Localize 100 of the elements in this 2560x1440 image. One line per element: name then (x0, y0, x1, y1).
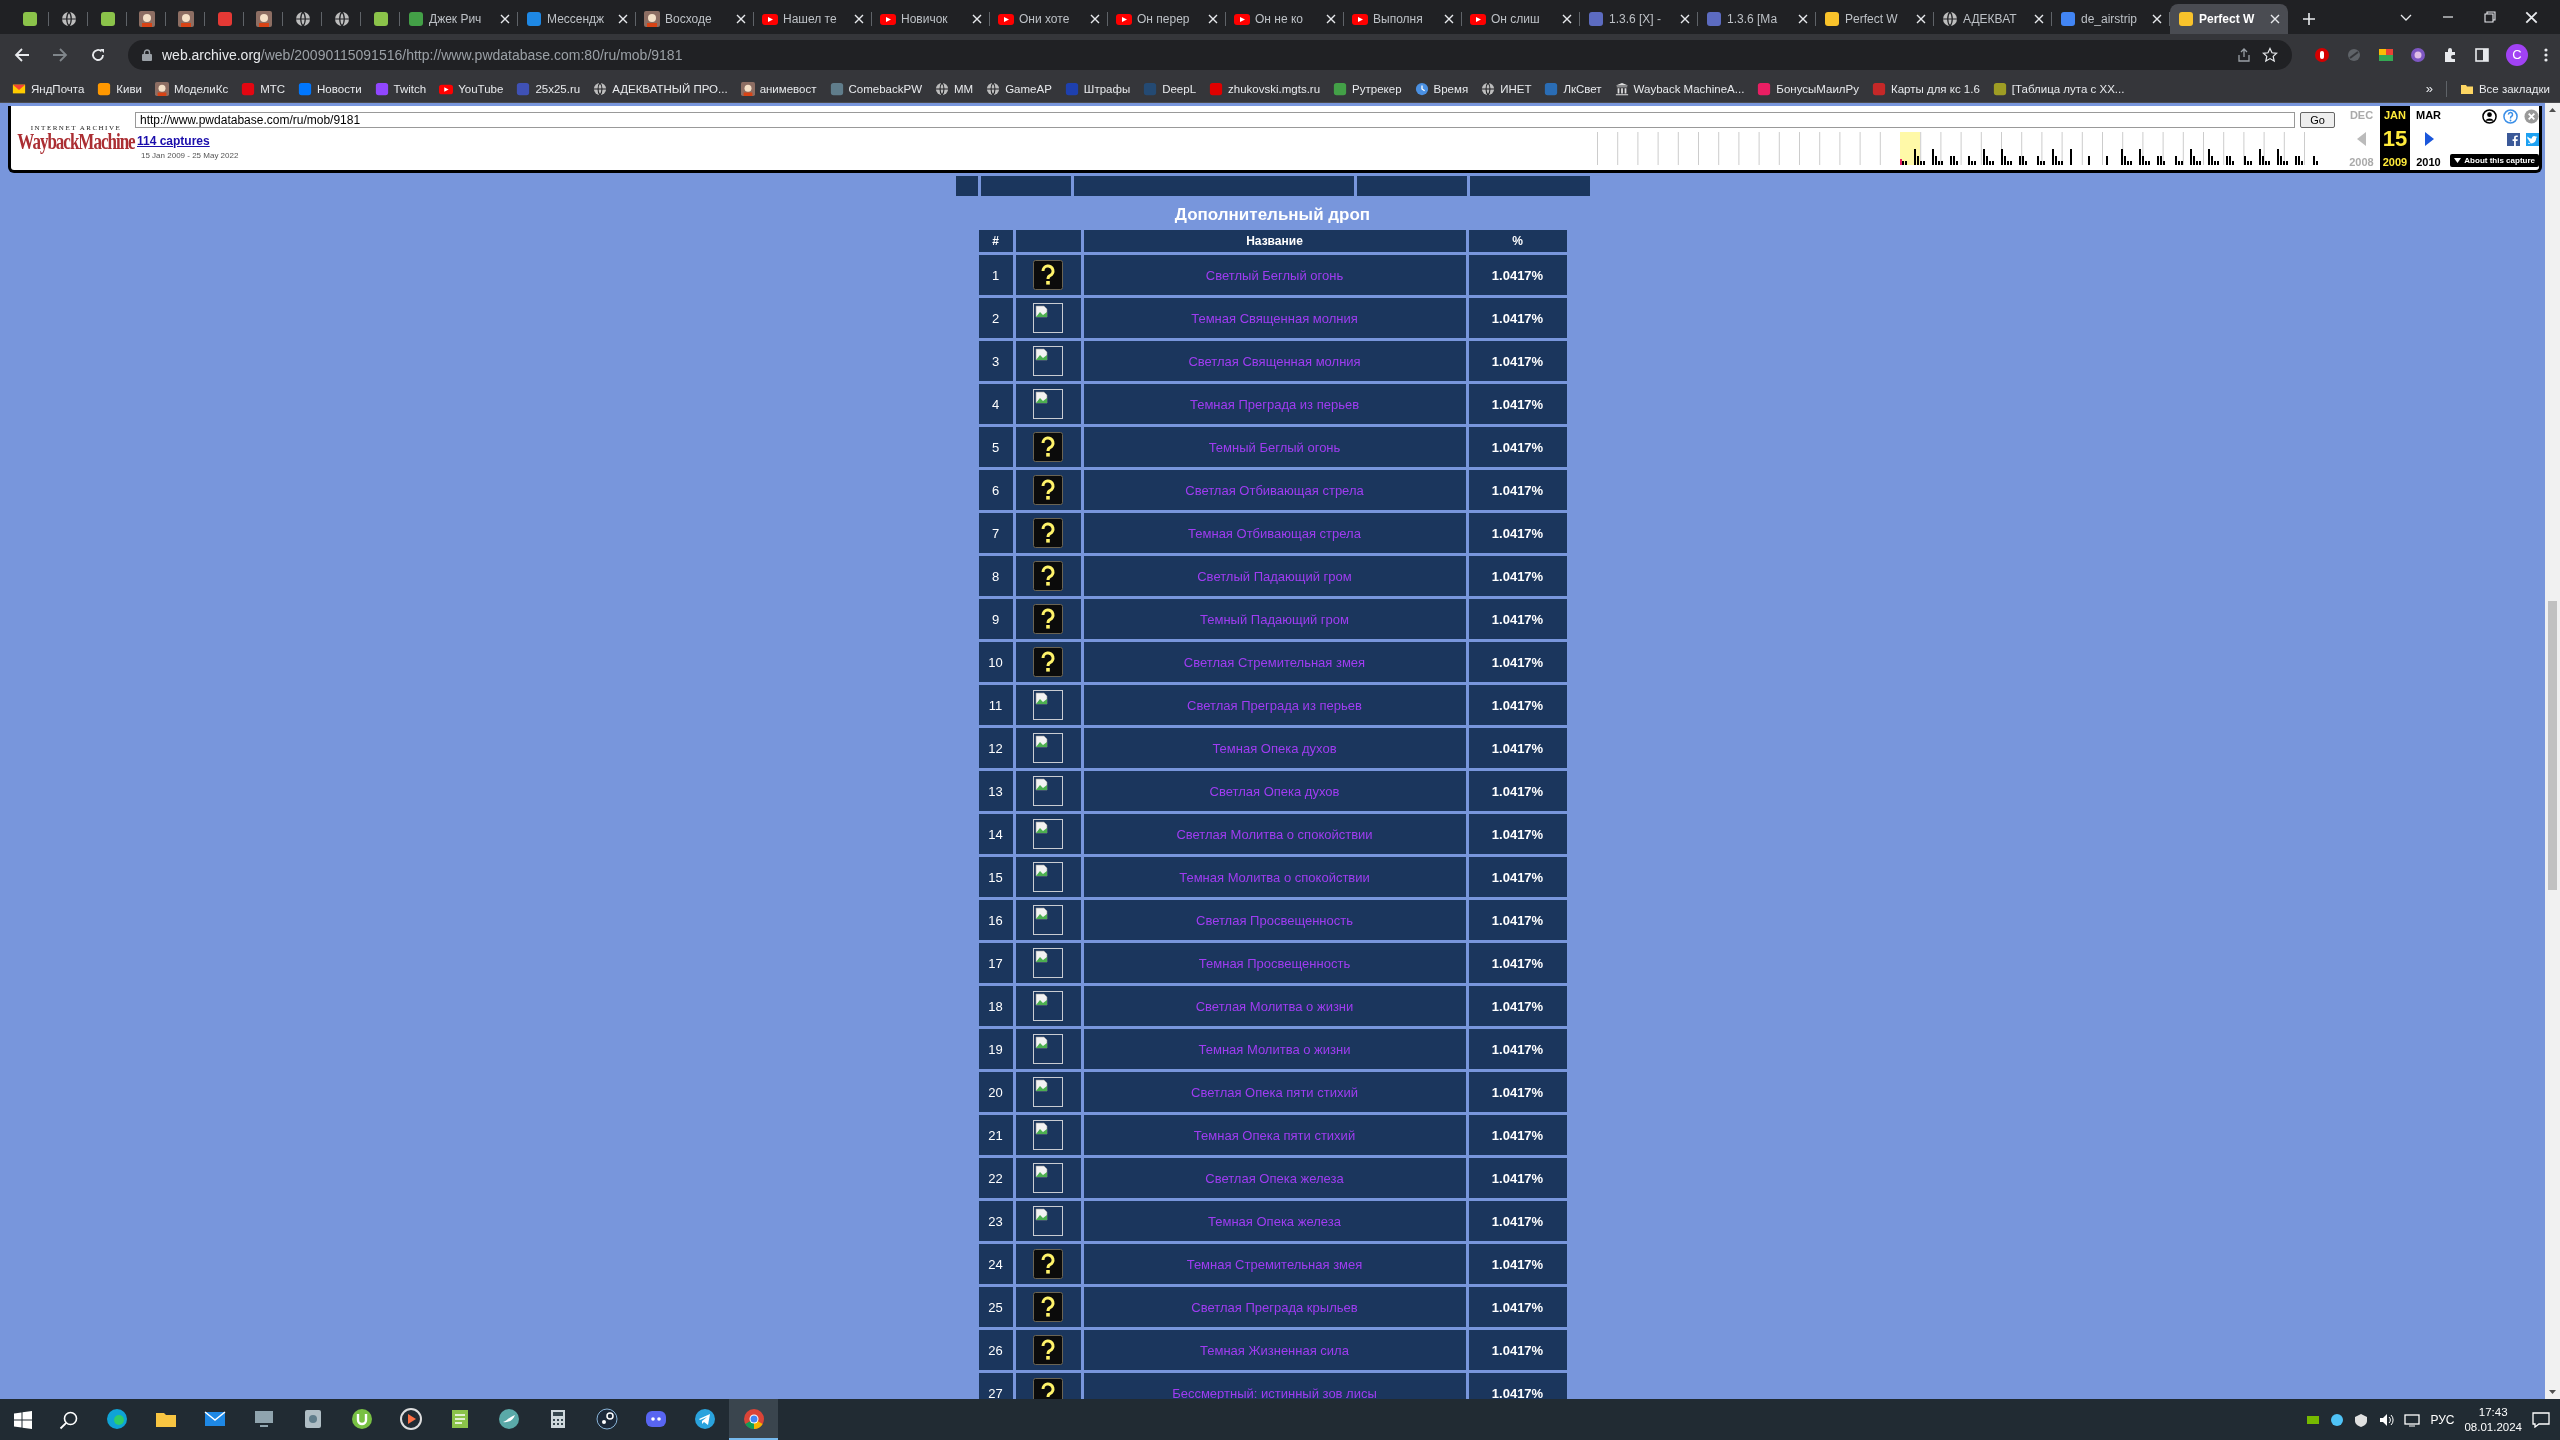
close-icon[interactable] (2525, 10, 2538, 24)
browser-tab[interactable]: Он не ко (1226, 4, 1344, 34)
go-button[interactable]: Go (2300, 112, 2335, 128)
scrollbar-thumb[interactable] (2548, 601, 2557, 890)
extension-icon[interactable] (2378, 46, 2394, 63)
star-icon[interactable] (2262, 46, 2278, 63)
bookmark[interactable]: МоделиКс (154, 81, 229, 96)
bookmark[interactable]: анимевост (740, 81, 817, 96)
browser-tab[interactable]: Perfect W (2170, 4, 2288, 34)
close-icon[interactable] (500, 14, 510, 24)
year-label[interactable]: 2010 (2416, 156, 2441, 168)
shield-icon[interactable] (2354, 1412, 2369, 1427)
close-icon[interactable] (2152, 14, 2162, 24)
close-icon[interactable] (972, 14, 982, 24)
bookmark[interactable]: Рутрекер (1333, 81, 1402, 96)
bookmark[interactable]: Время (1414, 81, 1469, 96)
new-tab-icon[interactable] (2302, 12, 2316, 26)
more-bookmarks-button[interactable]: » (2425, 81, 2433, 96)
browser-tab[interactable]: Он слиш (1462, 4, 1580, 34)
language-indicator[interactable]: РУС (2430, 1412, 2455, 1427)
browser-tab[interactable]: Джек Рич (400, 4, 518, 34)
browser-icon[interactable] (105, 1407, 128, 1430)
bookmark[interactable]: [Таблица лута с XX... (1992, 81, 2125, 96)
browser-tab[interactable]: Они хоте (990, 4, 1108, 34)
close-icon[interactable] (1916, 14, 1926, 24)
clock[interactable]: 17:43 08.01.2024 (2464, 1404, 2522, 1435)
tray-app-icon[interactable] (2330, 1412, 2345, 1427)
bookmark[interactable]: МТС (241, 81, 286, 96)
bookmark[interactable]: GameAP (986, 81, 1052, 96)
puzzle-icon[interactable] (2442, 46, 2458, 63)
browser-tab[interactable]: АДЕКВАТ (1934, 4, 2052, 34)
bookmark[interactable]: ИНЕТ (1481, 81, 1532, 96)
close-icon[interactable] (1208, 14, 1218, 24)
volume-icon[interactable] (2378, 1412, 2395, 1427)
bookmark[interactable]: MM (935, 81, 974, 96)
bookmark[interactable]: Киви (97, 81, 142, 96)
extension-icon[interactable] (2314, 46, 2330, 63)
bookmark[interactable]: DeepL (1143, 81, 1197, 96)
browser-tab[interactable]: de_airstrip (2052, 4, 2170, 34)
browser-tab[interactable]: Он перер (1108, 4, 1226, 34)
user-icon[interactable] (2482, 109, 2497, 124)
notifications-icon[interactable] (2532, 1411, 2550, 1428)
help-icon[interactable] (2503, 109, 2518, 124)
forward-icon[interactable] (52, 46, 68, 63)
bookmark[interactable]: Wayback MachineA... (1614, 81, 1745, 96)
close-icon[interactable] (1090, 14, 1100, 24)
browser-tab[interactable]: Выполня (1344, 4, 1462, 34)
browser-tab[interactable]: Нашел те (754, 4, 872, 34)
reload-icon[interactable] (90, 46, 106, 63)
url-field[interactable]: http://www.pwdatabase.com/ru/mob/9181 (135, 112, 2296, 128)
bookmark[interactable]: ЯндПочта (12, 81, 85, 96)
browser-tab[interactable]: 1.3.6 [X] - (1580, 4, 1698, 34)
close-icon[interactable] (1326, 14, 1336, 24)
about-capture-button[interactable]: About this capture (2450, 154, 2539, 167)
restore-icon[interactable] (2483, 10, 2497, 24)
bookmark[interactable]: БонусыМаилРу (1757, 81, 1859, 96)
close-icon[interactable] (618, 14, 628, 24)
bird-icon[interactable] (497, 1407, 520, 1430)
close-icon[interactable] (1798, 14, 1808, 24)
browser-tab[interactable]: Perfect W (1816, 4, 1934, 34)
bookmark[interactable]: zhukovski.mgts.ru (1209, 81, 1321, 96)
next-arrow-icon[interactable] (2423, 131, 2434, 146)
extension-icon[interactable] (2410, 46, 2426, 63)
browser-tab[interactable]: Мессендж (518, 4, 636, 34)
share-icon[interactable] (2236, 46, 2252, 63)
game-icon[interactable] (595, 1407, 618, 1430)
profile-button[interactable]: C (2506, 43, 2528, 66)
browser-tab[interactable]: Новичок (872, 4, 990, 34)
close-icon[interactable] (1562, 14, 1572, 24)
bookmark[interactable]: ЛкСвет (1544, 81, 1602, 96)
bookmark[interactable]: Карты для кс 1.6 (1871, 81, 1980, 96)
bookmark[interactable]: Штрафы (1064, 81, 1131, 96)
network-icon[interactable] (2404, 1412, 2421, 1427)
bookmark[interactable]: Новости (298, 81, 362, 96)
search-icon[interactable] (59, 1409, 79, 1430)
side-panel-icon[interactable] (2474, 46, 2490, 63)
bookmark[interactable]: 25x25.ru (516, 81, 581, 96)
back-icon[interactable] (14, 46, 30, 63)
bookmark[interactable]: YouTube (439, 81, 504, 96)
all-bookmarks-button[interactable]: Все закладки (2459, 81, 2550, 96)
bookmark[interactable]: АДЕКВАТНЫЙ ПРО... (593, 81, 728, 96)
start-icon[interactable] (14, 1410, 32, 1429)
close-icon[interactable] (1444, 14, 1454, 24)
close-icon[interactable] (736, 14, 746, 24)
facebook-icon[interactable] (2507, 132, 2520, 146)
browser-tab[interactable]: 1.3.6 [Ма (1698, 4, 1816, 34)
more-icon[interactable] (2544, 46, 2548, 63)
close-icon[interactable] (1680, 14, 1690, 24)
bookmark[interactable]: Twitch (374, 81, 427, 96)
torrent-icon[interactable] (350, 1407, 373, 1430)
browser-icon[interactable] (742, 1407, 765, 1430)
play-icon[interactable] (399, 1407, 422, 1430)
close-icon[interactable] (854, 14, 864, 24)
logo[interactable]: WaybackMachine (17, 129, 135, 155)
month-label[interactable]: MAR (2415, 109, 2442, 121)
address-field[interactable]: web.archive.org/web/20090115091516/http://www.pwdatabase.com:80/ru/mob/9181 (128, 39, 2292, 70)
browser-tab[interactable]: Восходе (636, 4, 754, 34)
captures-link[interactable]: 114 captures (137, 134, 210, 148)
paper-plane-icon[interactable] (693, 1407, 716, 1430)
close-icon[interactable] (2270, 14, 2280, 24)
